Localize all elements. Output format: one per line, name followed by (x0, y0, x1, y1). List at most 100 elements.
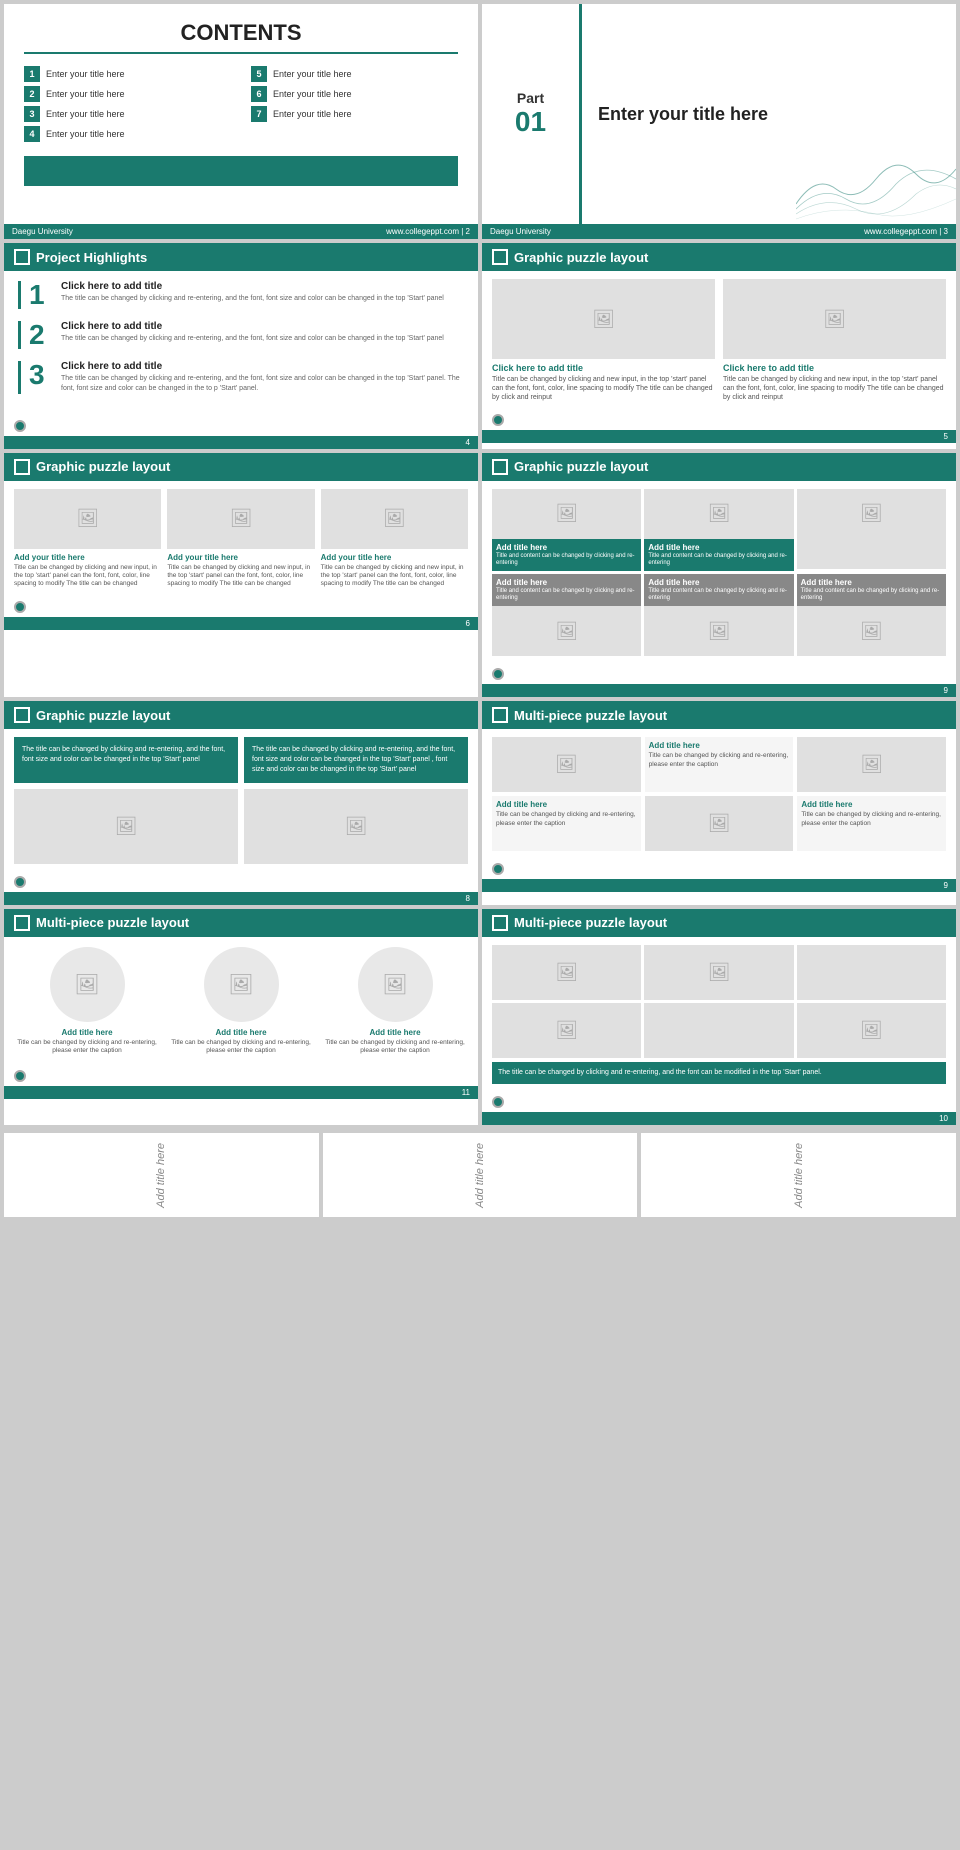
image-placeholder[interactable]: 🖼 (644, 606, 793, 656)
slide-header: Multi-piece puzzle layout (4, 909, 478, 937)
puzzle-6-grid: 🖼 Add title here Title and content can b… (492, 489, 946, 657)
overlay-desc: Title and content can be changed by clic… (648, 588, 789, 602)
image-placeholder-2[interactable]: 🖼 (244, 789, 468, 864)
overlay-desc: Title and content can be changed by clic… (496, 553, 637, 567)
image-icon: 🖼 (230, 508, 253, 529)
list-item: 3 Enter your title here (24, 106, 231, 122)
header-icon (492, 915, 508, 931)
multi-10-body: 🖼 🖼 🖼 🖼 The title can be changed by clic… (482, 937, 956, 1092)
item-num: 7 (251, 106, 267, 122)
image-placeholder[interactable]: 🖼 (14, 489, 161, 549)
card-title[interactable]: Add your title here (14, 553, 161, 562)
cell-desc: Title can be changed by clicking and re-… (801, 811, 942, 828)
overlay-title[interactable]: Add title here (648, 543, 789, 552)
image-placeholder[interactable]: 🖼 (492, 606, 641, 656)
image-placeholder[interactable]: 🖼 (797, 606, 946, 656)
card-title[interactable]: Add your title here (167, 553, 314, 562)
overlay-title[interactable]: Add title here (496, 578, 637, 587)
image-placeholder-1[interactable]: 🖼 (14, 789, 238, 864)
slide-footer: 8 (4, 892, 478, 905)
image-placeholder[interactable]: 🖼 (797, 737, 946, 792)
slide-footer: 11 (4, 1086, 478, 1099)
image-placeholder[interactable]: 🖼 (492, 279, 715, 359)
item-num: 4 (24, 126, 40, 142)
cell-title[interactable]: Add title here (801, 800, 942, 809)
image-icon: 🖼 (555, 503, 578, 524)
multi-cell-1: 🖼 (492, 737, 641, 792)
footer-left: Daegu University (490, 227, 551, 236)
grid-cell-6: Add title here Title and content can be … (797, 574, 946, 656)
image-icon: 🖼 (708, 621, 731, 642)
puzzle-card-1: 🖼 Click here to add title Title can be c… (492, 279, 715, 402)
contents-title: CONTENTS (24, 20, 458, 54)
card-title[interactable]: Add title here (369, 1028, 420, 1037)
add-title-card-1[interactable]: Add title here (4, 1133, 319, 1218)
overlay-title[interactable]: Add title here (801, 578, 942, 587)
list-item: 4 Enter your title here (24, 126, 231, 142)
image-icon: 🖼 (76, 508, 99, 529)
grid-cell-4: Add title here Title and content can be … (492, 574, 641, 656)
card-title[interactable]: Click here to add title (492, 363, 715, 373)
image-placeholder[interactable]: 🖼 (797, 489, 946, 539)
card-title[interactable]: Add your title here (321, 553, 468, 562)
overlay-title[interactable]: Add title here (648, 578, 789, 587)
card-title[interactable]: Click here to add title (723, 363, 946, 373)
highlight-desc: The title can be changed by clicking and… (61, 334, 444, 344)
cell-desc: Title can be changed by clicking and re-… (496, 811, 637, 828)
top-text-box-1[interactable]: The title can be changed by clicking and… (14, 737, 238, 782)
highlight-title[interactable]: Click here to add title (61, 321, 444, 332)
cell-title[interactable]: Add title here (496, 800, 637, 809)
puzzle-6-body: 🖼 Add title here Title and content can b… (482, 481, 956, 665)
image-placeholder[interactable]: 🖼 (644, 945, 793, 1000)
add-title-card-2[interactable]: Add title here (323, 1133, 638, 1218)
circle-img-1[interactable]: 🖼 (50, 947, 125, 1022)
highlight-title[interactable]: Click here to add title (61, 281, 444, 292)
grid-cell-3: 🖼 (797, 489, 946, 571)
image-placeholder[interactable]: 🖼 (797, 1003, 946, 1058)
circle-img-2[interactable]: 🖼 (204, 947, 279, 1022)
header-title: Graphic puzzle layout (36, 708, 170, 723)
bottom-text-box[interactable]: The title can be changed by clicking and… (492, 1062, 946, 1084)
slide-footer: 9 (482, 684, 956, 697)
image-icon: 🖼 (383, 508, 406, 529)
card-title[interactable]: Add title here (215, 1028, 266, 1037)
image-placeholder[interactable]: 🖼 (167, 489, 314, 549)
cell-desc: Title can be changed by clicking and re-… (649, 752, 790, 769)
header-title: Graphic puzzle layout (514, 250, 648, 265)
contents-body: CONTENTS 1 Enter your title here 2 Enter… (4, 4, 478, 224)
highlight-num: 2 (29, 321, 51, 349)
image-placeholder[interactable]: 🖼 (645, 796, 794, 851)
image-placeholder[interactable]: 🖼 (492, 489, 641, 539)
image-placeholder[interactable]: 🖼 (723, 279, 946, 359)
image-placeholder[interactable]: 🖼 (644, 489, 793, 539)
part-title[interactable]: Enter your title here (598, 104, 940, 125)
cell-title[interactable]: Add title here (649, 741, 790, 750)
card-desc: Title can be changed by clicking and new… (492, 375, 715, 402)
highlight-title[interactable]: Click here to add title (61, 361, 464, 372)
image-icon: 🖼 (115, 816, 138, 837)
slide-header: Project Highlights (4, 243, 478, 271)
add-title-card-3[interactable]: Add title here (641, 1133, 956, 1218)
page-num: 6 (466, 619, 470, 628)
overlay-title[interactable]: Add title here (496, 543, 637, 552)
image-placeholder[interactable]: 🖼 (492, 1003, 641, 1058)
page-num: 9 (944, 686, 948, 695)
list-item: 7 Enter your title here (251, 106, 458, 122)
puzzle-2col-grid: 🖼 Click here to add title Title can be c… (492, 279, 946, 402)
highlight-item-1: 1 Click here to add title The title can … (18, 281, 464, 309)
circle-img-3[interactable]: 🖼 (358, 947, 433, 1022)
header-title: Multi-piece puzzle layout (514, 708, 667, 723)
image-placeholder[interactable]: 🖼 (492, 945, 641, 1000)
image-placeholder[interactable]: 🖼 (321, 489, 468, 549)
card-title[interactable]: Add title here (61, 1028, 112, 1037)
list-item: 6 Enter your title here (251, 86, 458, 102)
part-left-panel: Part 01 (482, 4, 582, 224)
image-placeholder[interactable]: 🖼 (492, 737, 641, 792)
puzzle-7-bottom: 🖼 🖼 (14, 789, 468, 864)
image-icon: 🖼 (860, 621, 883, 642)
teal-bar (24, 156, 458, 186)
item-num: 1 (24, 66, 40, 82)
footer-icon (492, 863, 504, 875)
top-text-box-2[interactable]: The title can be changed by clicking and… (244, 737, 468, 782)
multi-cell-6: Add title here Title can be changed by c… (797, 796, 946, 851)
